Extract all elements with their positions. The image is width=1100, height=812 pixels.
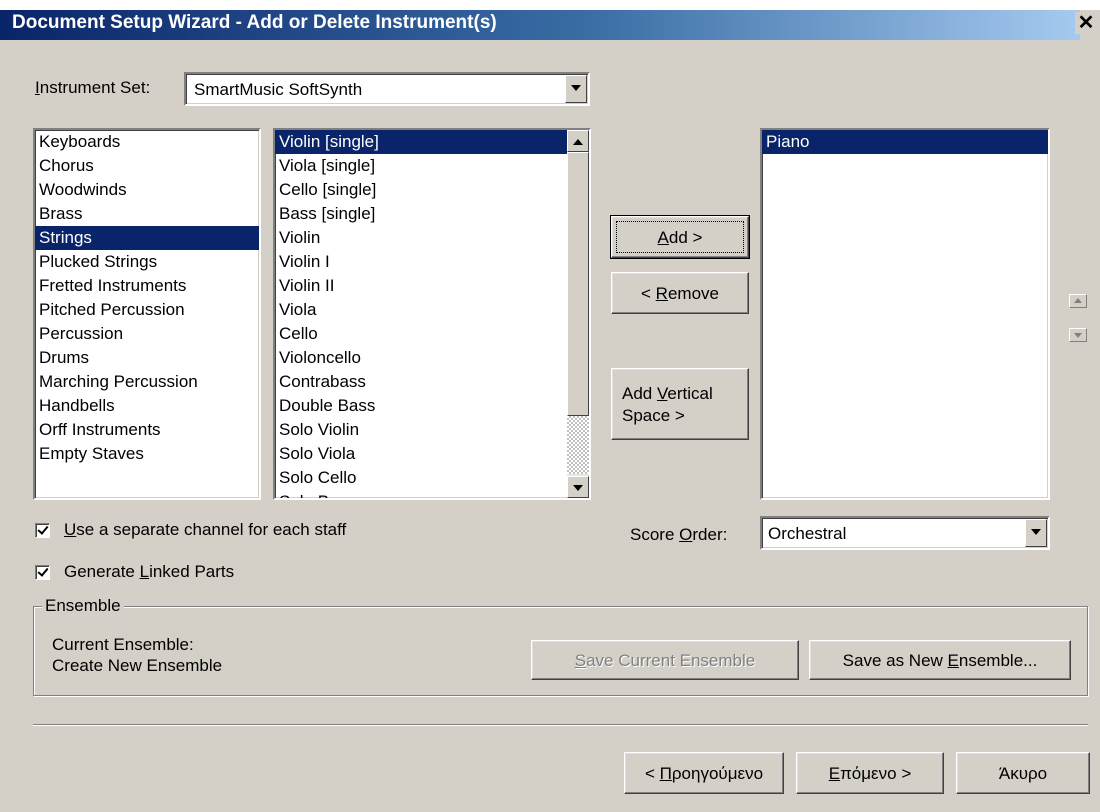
current-ensemble-text: Current Ensemble: Create New Ensemble: [52, 634, 222, 676]
chevron-down-icon[interactable]: [565, 75, 587, 103]
instrument-item[interactable]: Violoncello: [275, 346, 567, 370]
category-item[interactable]: Woodwinds: [35, 178, 259, 202]
score-instrument-item[interactable]: Piano: [762, 130, 1048, 154]
move-up-icon[interactable]: [1069, 294, 1087, 308]
category-item[interactable]: Empty Staves: [35, 442, 259, 466]
category-item[interactable]: Orff Instruments: [35, 418, 259, 442]
instrument-item[interactable]: Solo Cello: [275, 466, 567, 490]
category-item[interactable]: Brass: [35, 202, 259, 226]
instrument-item[interactable]: Solo Violin: [275, 418, 567, 442]
instrument-item[interactable]: Violin II: [275, 274, 567, 298]
add-button[interactable]: Add >: [610, 215, 750, 259]
instrument-item[interactable]: Violin: [275, 226, 567, 250]
category-item[interactable]: Chorus: [35, 154, 259, 178]
instrument-item[interactable]: Cello: [275, 322, 567, 346]
separate-channel-label: Use a separate channel for each staff: [64, 520, 347, 539]
category-item[interactable]: Fretted Instruments: [35, 274, 259, 298]
score-order-label: Score Order:: [630, 525, 728, 544]
scroll-up-icon[interactable]: [567, 130, 589, 152]
instrument-list[interactable]: Violin [single] Viola [single] Cello [sing…: [273, 128, 591, 500]
instrument-item[interactable]: Cello [single]: [275, 178, 567, 202]
instrument-item[interactable]: Bass [single]: [275, 202, 567, 226]
separate-channel-checkbox[interactable]: [35, 523, 50, 538]
category-list[interactable]: Keyboards Chorus Woodwinds Brass Strings Pluc…: [33, 128, 261, 500]
category-item[interactable]: Strings: [35, 226, 259, 250]
instrument-item[interactable]: Violin I: [275, 250, 567, 274]
category-item[interactable]: Handbells: [35, 394, 259, 418]
score-instrument-list[interactable]: Piano: [760, 128, 1050, 500]
instrument-set-combo[interactable]: SmartMusic SoftSynth: [184, 72, 590, 106]
category-item[interactable]: Drums: [35, 346, 259, 370]
scrollbar-thumb[interactable]: [567, 152, 589, 416]
instrument-item[interactable]: Solo Bass: [275, 490, 567, 498]
window-title: Document Setup Wizard - Add or Delete In…: [12, 12, 497, 33]
instrument-item[interactable]: Double Bass: [275, 394, 567, 418]
next-button[interactable]: Επόμενο >: [796, 752, 944, 794]
remove-button[interactable]: < Remove: [611, 272, 749, 314]
cancel-button[interactable]: Άκυρο: [956, 752, 1090, 794]
instrument-item[interactable]: Viola: [275, 298, 567, 322]
close-icon[interactable]: ✕: [1075, 12, 1097, 34]
category-item[interactable]: Marching Percussion: [35, 370, 259, 394]
save-current-ensemble-button[interactable]: Save Current Ensemble: [531, 640, 799, 680]
instrument-item[interactable]: Solo Viola: [275, 442, 567, 466]
add-vertical-space-button[interactable]: Add Vertical Space >: [611, 368, 749, 440]
current-ensemble-label: Current Ensemble:: [52, 635, 194, 654]
scroll-down-icon[interactable]: [567, 476, 589, 498]
linked-parts-label: Generate Linked Parts: [64, 562, 235, 581]
separator: [33, 724, 1088, 726]
category-item[interactable]: Pitched Percussion: [35, 298, 259, 322]
move-down-icon[interactable]: [1069, 328, 1087, 342]
ensemble-group-label: Ensemble: [42, 596, 124, 616]
instrument-item[interactable]: Viola [single]: [275, 154, 567, 178]
instrument-set-value: SmartMusic SoftSynth: [194, 80, 363, 99]
save-new-ensemble-button[interactable]: Save as New Ensemble...: [809, 640, 1071, 680]
instrument-item[interactable]: Contrabass: [275, 370, 567, 394]
score-order-value: Orchestral: [768, 524, 847, 543]
category-item[interactable]: Percussion: [35, 322, 259, 346]
instrument-item[interactable]: Violin [single]: [275, 130, 567, 154]
category-item[interactable]: Plucked Strings: [35, 250, 259, 274]
instrument-set-label: Instrument Set:: [35, 78, 151, 97]
back-button[interactable]: < Προηγούμενο: [624, 752, 784, 794]
instrument-list-scrollbar[interactable]: [567, 130, 589, 498]
chevron-down-icon[interactable]: [1025, 519, 1047, 547]
score-order-combo[interactable]: Orchestral: [760, 516, 1050, 550]
linked-parts-checkbox[interactable]: [35, 565, 50, 580]
category-item[interactable]: Keyboards: [35, 130, 259, 154]
current-ensemble-value: Create New Ensemble: [52, 656, 223, 675]
title-bar: Document Setup Wizard - Add or Delete In…: [0, 0, 1100, 40]
